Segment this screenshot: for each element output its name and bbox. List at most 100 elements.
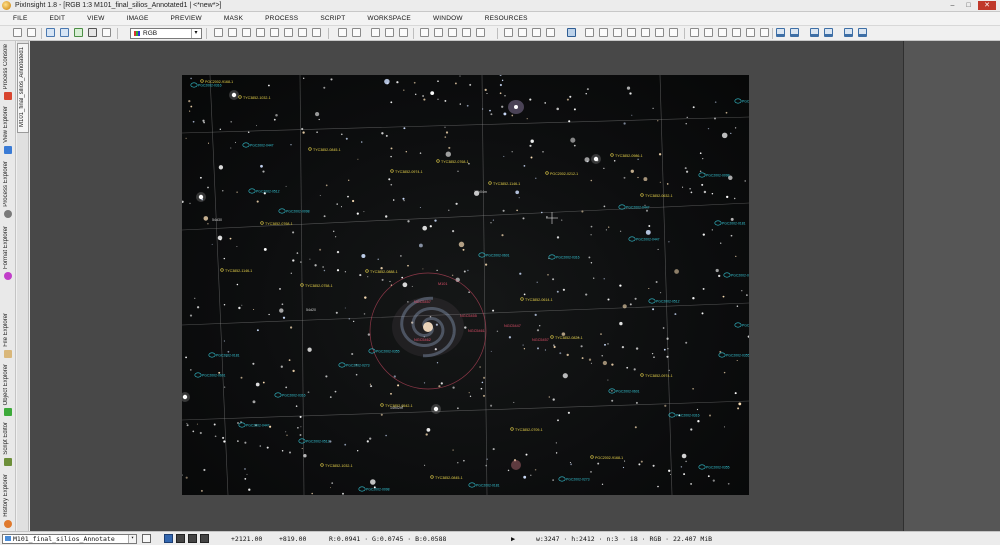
star [422,225,428,231]
zoom-out-icon[interactable] [371,28,380,37]
history-icon[interactable] [732,28,741,37]
explorer-icon[interactable] [690,28,699,37]
star [303,454,307,458]
view-selector[interactable]: M101_final_silios_Annotate ▾ [2,534,137,544]
preview-mode-icon[interactable] [284,28,293,37]
star [429,225,432,228]
expand-icon[interactable] [476,28,485,37]
star [445,151,451,157]
menu-resources[interactable]: RESOURCES [472,15,528,22]
zoom-mode-icon[interactable] [270,28,279,37]
edit-preview-icon[interactable] [298,28,307,37]
channel-g-icon[interactable] [188,534,197,543]
workspace-4-icon[interactable] [824,28,833,37]
fit-view-icon[interactable] [228,28,237,37]
frame-icon[interactable] [448,28,457,37]
star [307,391,310,394]
pan-mode-icon[interactable] [242,28,251,37]
menu-preview[interactable]: PREVIEW [158,15,202,22]
mask-blue-icon[interactable] [627,28,636,37]
tab-object-explorer[interactable]: Object Explorer [0,361,16,417]
mask-enable-icon[interactable] [546,28,555,37]
window-icon[interactable] [434,28,443,37]
workspace-1-icon[interactable] [776,28,785,37]
tab-file-explorer[interactable]: File Explorer [0,309,16,359]
workspace-3-icon[interactable] [810,28,819,37]
maximize-button[interactable]: □ [962,1,975,10]
image-view[interactable]: PGC2002-9168-1 TYC3852-1032-1 TYC3852-0845… [182,75,749,495]
stf-icon[interactable] [88,28,97,37]
toggle-display-icon[interactable] [102,28,111,37]
toolbar-separator [413,28,414,39]
new-image-icon[interactable] [46,28,55,37]
center-icon[interactable] [462,28,471,37]
menu-image[interactable]: IMAGE [114,15,149,22]
star [353,320,355,322]
undo-icon[interactable] [13,28,22,37]
mask-invert-icon[interactable] [532,28,541,37]
zoom-1-1-icon[interactable] [385,28,394,37]
menu-mask[interactable]: MASK [211,15,243,22]
tab-process-explorer[interactable]: Process Explorer [0,157,16,219]
channel-b-icon[interactable] [200,534,209,543]
duplicate-image-icon[interactable] [60,28,69,37]
star [712,479,715,482]
close-button[interactable]: ✕ [978,1,996,10]
galaxy-marker [468,482,476,488]
star [252,362,255,365]
tab-process-console[interactable]: Process Console [0,43,16,101]
menu-workspace[interactable]: WORKSPACE [354,15,411,22]
channel-select[interactable]: RGB ▾ [130,28,202,39]
workspace-5-icon[interactable] [844,28,853,37]
menu-script[interactable]: SCRIPT [307,15,345,22]
file-icon[interactable] [760,28,769,37]
mask-show-icon[interactable] [518,28,527,37]
menu-window[interactable]: WINDOW [420,15,463,22]
star [570,463,573,466]
right-workspace-pane [903,41,1000,531]
star [480,387,483,390]
zoom-fit-icon[interactable] [352,28,361,37]
redo-icon[interactable] [27,28,36,37]
mask-color-icon[interactable] [641,28,650,37]
menu-process[interactable]: PROCESS [252,15,298,22]
minimize-button[interactable]: – [946,1,959,10]
menu-file[interactable]: FILE [0,15,28,22]
tab-view-explorer[interactable]: View Explorer [0,103,16,155]
workspace-2-icon[interactable] [790,28,799,37]
star [566,353,569,357]
tab-format-explorer[interactable]: Format Explorer [0,221,16,281]
fit-window-icon[interactable] [420,28,429,37]
channel-r-icon[interactable] [176,534,185,543]
mask-mode-icon[interactable] [567,28,576,37]
play-icon[interactable]: ▶ [511,535,515,543]
mask-alpha-icon[interactable] [669,28,678,37]
star [347,195,349,198]
star [619,284,622,287]
zoom-1-2-icon[interactable] [399,28,408,37]
tab-script-editor[interactable]: Script Editor [0,419,16,467]
mask-icon[interactable] [504,28,513,37]
mask-red-icon[interactable] [599,28,608,37]
reset-view-icon[interactable] [74,28,83,37]
menu-edit[interactable]: EDIT [37,15,66,22]
window-restore-icon[interactable] [142,534,151,543]
mask-green-icon[interactable] [613,28,622,37]
star [295,405,298,407]
star [223,440,226,443]
mask-luminance-icon[interactable] [655,28,664,37]
zoom-in-icon[interactable] [338,28,347,37]
move-mode-icon[interactable] [256,28,265,37]
tab-history-explorer[interactable]: History Explorer [0,469,16,529]
readout-mode-icon[interactable] [214,28,223,37]
select-arrow-icon[interactable] [312,28,321,37]
process-icon[interactable] [704,28,713,37]
menu-view[interactable]: VIEW [74,15,104,22]
mask-overlay-icon[interactable] [585,28,594,37]
format-icon[interactable] [746,28,755,37]
star [219,128,221,130]
script-icon[interactable] [718,28,727,37]
channel-rgb-icon[interactable] [164,534,173,543]
star [629,303,632,306]
workspace-6-icon[interactable] [858,28,867,37]
